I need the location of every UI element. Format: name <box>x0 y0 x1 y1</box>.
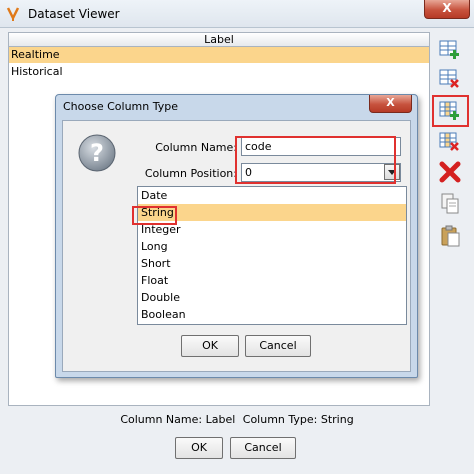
delete-column-icon <box>439 132 459 151</box>
delete-button[interactable] <box>436 158 464 186</box>
ok-button[interactable]: OK <box>175 437 223 459</box>
add-row-button[interactable] <box>436 36 464 64</box>
paste-icon <box>441 225 460 247</box>
dialog-title: Choose Column Type <box>63 100 178 113</box>
copy-icon <box>441 193 459 214</box>
list-item[interactable]: Short <box>138 255 406 272</box>
copy-button[interactable] <box>436 190 464 218</box>
dialog-close-button[interactable]: X <box>369 95 412 113</box>
paste-button[interactable] <box>436 222 464 250</box>
cancel-button[interactable]: Cancel <box>230 437 296 459</box>
delete-column-button[interactable] <box>436 128 464 156</box>
column-header-label[interactable]: Label <box>9 33 429 47</box>
status-column-name: Column Name: Label <box>120 413 236 426</box>
list-item[interactable]: String <box>138 204 406 221</box>
dialog-cancel-button[interactable]: Cancel <box>245 335 311 357</box>
app-logo-icon <box>6 7 20 21</box>
list-item[interactable]: Double <box>138 289 406 306</box>
list-item[interactable]: Float <box>138 272 406 289</box>
list-item[interactable]: Boolean <box>138 306 406 323</box>
window-title: Dataset Viewer <box>28 7 120 21</box>
delete-icon <box>439 161 461 183</box>
list-item[interactable]: Integer <box>138 221 406 238</box>
window-titlebar: Dataset Viewer <box>0 0 474 28</box>
window-close-button[interactable]: X <box>424 0 470 19</box>
question-icon: ? <box>78 134 116 172</box>
status-line: Column Name: Label Column Type: String <box>0 413 474 429</box>
list-item[interactable]: Long <box>138 238 406 255</box>
string-type-highlight <box>132 206 177 225</box>
dialog-ok-button[interactable]: OK <box>181 335 239 357</box>
table-row[interactable]: Realtime <box>9 47 429 63</box>
column-type-list[interactable]: Date String Integer Long Short Float Dou… <box>137 186 407 325</box>
status-column-type: Column Type: String <box>242 413 354 426</box>
delete-row-button[interactable] <box>436 65 464 93</box>
column-position-label: Column Position: <box>144 167 237 180</box>
fields-highlight <box>235 136 396 184</box>
add-row-icon <box>439 40 459 59</box>
list-item[interactable]: Date <box>138 187 406 204</box>
column-name-label: Column Name: <box>155 141 237 154</box>
svg-text:?: ? <box>90 139 104 167</box>
table-row[interactable]: Historical <box>9 64 429 80</box>
delete-row-icon <box>439 69 459 88</box>
add-column-highlight <box>432 95 469 127</box>
